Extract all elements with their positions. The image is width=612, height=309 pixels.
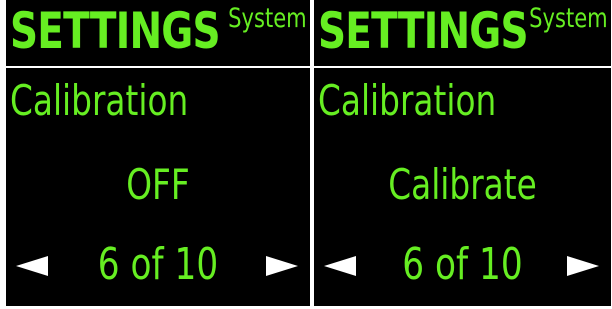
device-screen-right: SETTINGS System Calibration Calibrate 6 … — [314, 0, 611, 306]
header-title: SETTINGS — [318, 2, 529, 60]
arrow-right-icon[interactable] — [567, 256, 599, 276]
screen-header: SETTINGS System — [6, 0, 310, 64]
header-divider — [314, 66, 611, 68]
page-indicator: 6 of 10 — [402, 239, 523, 290]
header-subtitle: System — [529, 3, 608, 34]
page-navigation: 6 of 10 — [6, 236, 310, 296]
setting-name: Calibration — [10, 76, 189, 125]
header-subtitle: System — [228, 3, 307, 34]
setting-value[interactable]: Calibrate — [347, 160, 579, 210]
screen-header: SETTINGS System — [314, 0, 611, 64]
setting-name: Calibration — [318, 76, 497, 125]
header-title: SETTINGS — [10, 2, 221, 60]
header-divider — [6, 66, 310, 68]
arrow-right-icon[interactable] — [266, 256, 298, 276]
device-screen-left: SETTINGS System Calibration OFF 6 of 10 — [6, 0, 310, 306]
page-indicator: 6 of 10 — [97, 239, 219, 290]
page-navigation: 6 of 10 — [314, 236, 611, 296]
setting-value[interactable]: OFF — [39, 160, 276, 210]
